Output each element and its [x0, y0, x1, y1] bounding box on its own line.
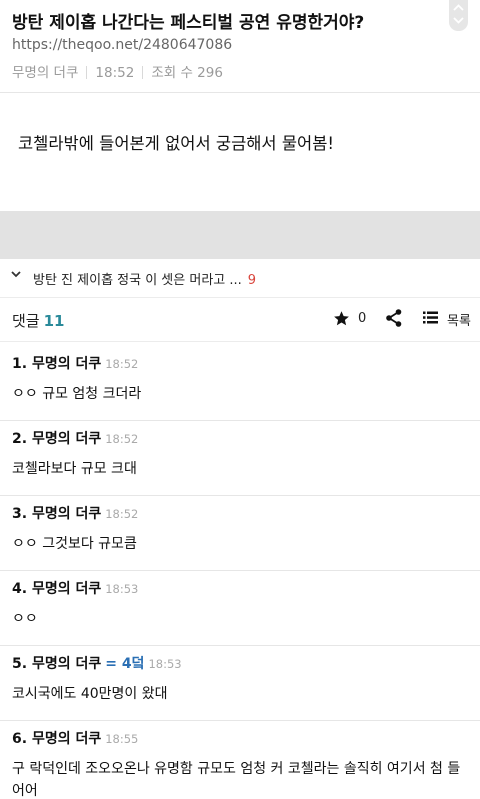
comment-number: 1. — [12, 356, 28, 372]
comment-header: 4. 무명의 더쿠 18:53 — [12, 578, 138, 598]
comment-number: 4. — [12, 581, 28, 597]
comment-header: 1. 무명의 더쿠 18:52 — [12, 353, 138, 373]
star-count: 0 — [358, 311, 367, 326]
comment-item: 1. 무명의 더쿠 18:52 ㅇㅇ 규모 엄청 크더라 — [0, 345, 480, 421]
chevron-up-icon — [453, 4, 464, 11]
divider — [86, 66, 88, 79]
post-author: 무명의 더쿠 — [12, 65, 79, 81]
comment-text: 구 락덕인데 조오오온나 유명함 규모도 엄청 커 코첼라는 솔직히 여기서 첨… — [12, 761, 461, 799]
comment-text: 코시국에도 40만명이 왔대 — [12, 686, 168, 702]
list-icon[interactable] — [423, 311, 438, 324]
comment-time: 18:52 — [105, 507, 139, 521]
post-time: 18:52 — [95, 65, 135, 81]
chevron-down-icon — [11, 271, 21, 278]
comment-text: 코첼라보다 규모 크대 — [12, 461, 137, 477]
comment-author[interactable]: 무명의 더쿠 — [32, 356, 101, 372]
comment-item: 3. 무명의 더쿠 18:52 ㅇㅇ 그것보다 규모큼 — [0, 495, 480, 571]
comment-time: 18:52 — [105, 432, 139, 446]
comment-header: 6. 무명의 더쿠 18:55 — [12, 728, 138, 748]
comment-item: 4. 무명의 더쿠 18:53 ㅇㅇ — [0, 570, 480, 646]
comment-author[interactable]: 무명의 더쿠 — [32, 506, 101, 522]
post-url[interactable]: https://theqoo.net/2480647086 — [12, 37, 232, 53]
comment-time: 18:53 — [148, 657, 182, 671]
post-body: 코첼라밖에 들어본게 없어서 궁금해서 물어봄! — [18, 134, 335, 153]
related-post-title[interactable]: 방탄 진 제이홉 정국 이 셋은 머라고 ... 9 — [33, 269, 256, 288]
comment-time: 18:52 — [105, 357, 139, 371]
comment-header: 5. 무명의 더쿠 = 4덬 18:53 — [12, 653, 182, 673]
comment-item: 2. 무명의 더쿠 18:52 코첼라보다 규모 크대 — [0, 420, 480, 496]
comment-author[interactable]: 무명의 더쿠 — [32, 431, 101, 447]
comment-number: 2. — [12, 431, 28, 447]
comments-label: 댓글 — [12, 312, 40, 330]
comment-header: 3. 무명의 더쿠 18:52 — [12, 503, 138, 523]
comment-item: 5. 무명의 더쿠 = 4덬 18:53 코시국에도 40만명이 왔대 — [0, 645, 480, 721]
comment-author[interactable]: 무명의 더쿠 — [32, 731, 101, 747]
comments-count: 11 — [43, 312, 65, 330]
comment-text: ㅇㅇ — [12, 611, 38, 627]
comment-toolbar: 댓글 11 0 목록 — [0, 297, 480, 342]
ad-placeholder — [0, 211, 480, 259]
comments-header: 댓글 11 — [12, 310, 64, 331]
list-button[interactable]: 목록 — [447, 310, 471, 329]
related-comment-count: 9 — [247, 273, 257, 288]
share-icon[interactable] — [386, 309, 402, 327]
comment-author[interactable]: 무명의 더쿠 — [32, 656, 101, 672]
comment-number: 5. — [12, 656, 28, 672]
comment-number: 3. — [12, 506, 28, 522]
comment-author[interactable]: 무명의 더쿠 — [32, 581, 101, 597]
post-header: 방탄 제이홉 나간다는 페스티벌 공연 유명한거야? https://theqo… — [0, 0, 480, 93]
comment-header: 2. 무명의 더쿠 18:52 — [12, 428, 138, 448]
comment-text: ㅇㅇ 규모 엄청 크더라 — [12, 386, 142, 402]
chevron-down-icon — [453, 17, 464, 24]
post-title: 방탄 제이홉 나간다는 페스티벌 공연 유명한거야? — [12, 13, 365, 33]
related-post-text: 방탄 진 제이홉 정국 이 셋은 머라고 ... — [33, 273, 242, 288]
post-meta: 무명의 더쿠 18:52 조회 수 296 — [12, 61, 223, 81]
comment-item: 6. 무명의 더쿠 18:55 구 락덕인데 조오오온나 유명함 규모도 엄청 커… — [0, 720, 480, 799]
comment-time: 18:53 — [105, 582, 139, 596]
comment-text: ㅇㅇ 그것보다 규모큼 — [12, 536, 137, 552]
comment-time: 18:55 — [105, 732, 139, 746]
comment-mention[interactable]: = 4덬 — [105, 656, 144, 672]
divider — [142, 66, 144, 79]
scroll-toggle-button[interactable] — [449, 0, 468, 31]
comment-number: 6. — [12, 731, 28, 747]
star-icon[interactable] — [333, 310, 350, 327]
post-views: 조회 수 296 — [151, 65, 223, 81]
related-post-link[interactable]: 방탄 진 제이홉 정국 이 셋은 머라고 ... 9 — [0, 259, 480, 298]
